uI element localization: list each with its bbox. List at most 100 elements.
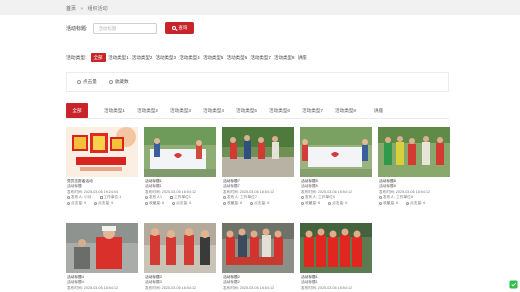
eye-icon <box>328 201 332 205</box>
tab-type-2[interactable]: 活动类型2 <box>131 108 164 114</box>
activity-card[interactable]: 活动标题1 活动标题1 发布时间: 2025-03-06 18:54:12 <box>300 223 372 291</box>
card-time: 发布时间: 2025-03-06 18:54:12 <box>145 285 197 290</box>
card-favorites: 点击量: 5 <box>98 200 114 205</box>
card-clicks: 收藏量: 8 <box>227 200 243 205</box>
star-icon <box>301 201 304 205</box>
filter-option[interactable]: 活动类型5 <box>201 53 225 62</box>
filter-option[interactable]: 活动类型1 <box>107 53 131 62</box>
sort-option-favorites[interactable]: 收藏数 <box>108 79 129 85</box>
activity-image <box>222 127 294 177</box>
activity-card[interactable]: 活动标题1 活动标题1 发布时间: 2025-03-06 18:54:12 发布… <box>144 127 216 206</box>
tab-type-1[interactable]: 活动类型1 <box>98 108 131 114</box>
category-tabs: 全部 活动类型1 活动类型2 活动类型3 活动类型4 活动类型5 活动类型6 活… <box>66 103 449 119</box>
breadcrumb-home[interactable]: 首页 <box>66 6 76 12</box>
card-stats-row: 收藏量: 6 点击量: 6 <box>379 201 449 206</box>
activity-thumbnail[interactable] <box>300 127 372 177</box>
activity-thumbnail[interactable] <box>222 223 294 273</box>
card-stats-row: 点击量: 9 点击量: 5 <box>67 201 137 206</box>
user-icon <box>145 196 148 200</box>
card-stats-row: 收藏量: 8 点击量: 8 <box>223 201 293 206</box>
user-icon <box>67 196 70 200</box>
tab-type-4[interactable]: 活动类型4 <box>197 108 230 114</box>
radio-icon <box>108 80 113 84</box>
card-favorites: 点击量: 6 <box>176 200 192 205</box>
tab-type-7[interactable]: 活动类型7 <box>296 108 329 114</box>
eye-icon <box>250 201 254 205</box>
card-stats-row: 收藏量: 8 点击量: 6 <box>301 201 371 206</box>
filter-option[interactable]: 活动类型3 <box>154 53 178 62</box>
sort-option-label: 收藏数 <box>114 79 129 84</box>
filter-label: 活动类型: <box>66 56 87 61</box>
breadcrumb: 首页 » 组织活动 <box>0 0 520 15</box>
activity-card[interactable]: 活动标题3 活动标题3 发布时间: 2025-03-06 18:54:12 <box>144 223 216 291</box>
activity-thumbnail[interactable] <box>66 223 138 273</box>
activity-thumbnail[interactable] <box>66 127 138 177</box>
radio-icon <box>77 80 81 84</box>
card-info: 活动标题1 活动标题1 发布时间: 2025-03-06 18:54:12 发布… <box>144 177 216 206</box>
card-info: 党员志愿者活动 活动标题 发布时间: 2025-03-06 19:24:04 发… <box>66 177 138 206</box>
app-icon[interactable] <box>509 280 518 289</box>
card-info: 活动标题5 活动标题5 发布时间: 2025-03-06 18:54:12 发布… <box>300 177 372 206</box>
breadcrumb-separator: » <box>80 6 84 12</box>
sort-options: 点击量 收藏数 <box>66 72 449 92</box>
card-favorites: 点击量: 6 <box>410 200 426 205</box>
activity-card[interactable]: 活动标题7 活动标题7 发布时间: 2025-03-06 18:54:12 发布… <box>222 127 294 206</box>
card-favorites: 点击量: 6 <box>332 200 348 205</box>
activity-image <box>300 127 372 177</box>
tab-type-6[interactable]: 活动类型6 <box>263 108 296 114</box>
tab-lecture[interactable]: 讲座 <box>362 108 395 114</box>
activity-thumbnail[interactable] <box>144 223 216 273</box>
card-time: 发布时间: 2025-03-06 18:54:12 <box>301 285 353 290</box>
activity-card[interactable]: 活动标题2 活动标题2 发布时间: 2025-03-06 18:54:12 <box>222 223 294 291</box>
star-icon <box>145 201 148 205</box>
search-icon <box>172 26 177 30</box>
user-icon <box>223 196 226 200</box>
card-info: 活动标题4 活动标题4 发布时间: 2025-03-06 18:54:12 <box>66 273 138 291</box>
activity-card[interactable]: 党员志愿者活动 活动标题 发布时间: 2025-03-06 19:24:04 发… <box>66 127 138 206</box>
search-row: 活动标题: 查询 <box>66 22 195 34</box>
card-time: 发布时间: 2025-03-06 18:54:12 <box>223 285 275 290</box>
building-icon <box>99 196 103 200</box>
activity-image <box>222 223 294 273</box>
search-label: 活动标题: <box>66 25 88 32</box>
activity-image <box>378 127 450 177</box>
tab-type-8[interactable]: 活动类型8 <box>329 108 362 114</box>
activity-thumbnail[interactable] <box>300 223 372 273</box>
activity-thumbnail[interactable] <box>144 127 216 177</box>
tab-all[interactable]: 全部 <box>66 103 88 118</box>
user-icon <box>301 196 304 200</box>
filter-option[interactable]: 活动类型2 <box>130 53 154 62</box>
tab-type-5[interactable]: 活动类型5 <box>230 108 263 114</box>
sort-option-label: 点击量 <box>83 79 97 84</box>
filter-option[interactable]: 活动类型8 <box>272 53 296 62</box>
filter-option[interactable]: 活动类型6 <box>225 53 249 62</box>
activity-card[interactable]: 活动标题8 活动标题8 发布时间: 2025-03-06 18:54:12 发布… <box>378 127 450 206</box>
building-icon <box>170 196 174 200</box>
breadcrumb-current: 组织活动 <box>87 6 108 12</box>
search-button-label: 查询 <box>178 25 188 30</box>
sort-option-clicks[interactable]: 点击量 <box>77 79 97 85</box>
activity-card[interactable]: 活动标题4 活动标题4 发布时间: 2025-03-06 18:54:12 <box>66 223 138 291</box>
card-clicks: 收藏量: 6 <box>383 200 399 205</box>
card-time: 发布时间: 2025-03-06 18:54:12 <box>67 285 119 290</box>
card-info: 活动标题2 活动标题2 发布时间: 2025-03-06 18:54:12 <box>222 273 294 291</box>
filter-option-all[interactable]: 全部 <box>90 53 106 62</box>
star-icon <box>67 201 70 205</box>
search-button[interactable]: 查询 <box>165 22 195 34</box>
tab-type-3[interactable]: 活动类型3 <box>164 108 197 114</box>
filter-option[interactable]: 活动类型7 <box>249 53 273 62</box>
card-clicks: 点击量: 9 <box>71 200 87 205</box>
filter-option[interactable]: 活动类型4 <box>178 53 202 62</box>
activity-image <box>144 223 216 273</box>
activity-type-filter: 活动类型: 全部 活动类型1 活动类型2 活动类型3 活动类型4 活动类型5 活… <box>66 53 308 62</box>
activity-card[interactable]: 活动标题5 活动标题5 发布时间: 2025-03-06 18:54:12 发布… <box>300 127 372 206</box>
activity-image <box>66 127 138 177</box>
card-clicks: 收藏量: 8 <box>305 200 321 205</box>
eye-icon <box>406 201 410 205</box>
activity-thumbnail[interactable] <box>222 127 294 177</box>
filter-option[interactable]: 讲座 <box>296 53 308 62</box>
star-icon <box>379 201 382 205</box>
activity-thumbnail[interactable] <box>378 127 450 177</box>
star-icon <box>223 201 226 205</box>
search-input[interactable] <box>93 22 158 34</box>
